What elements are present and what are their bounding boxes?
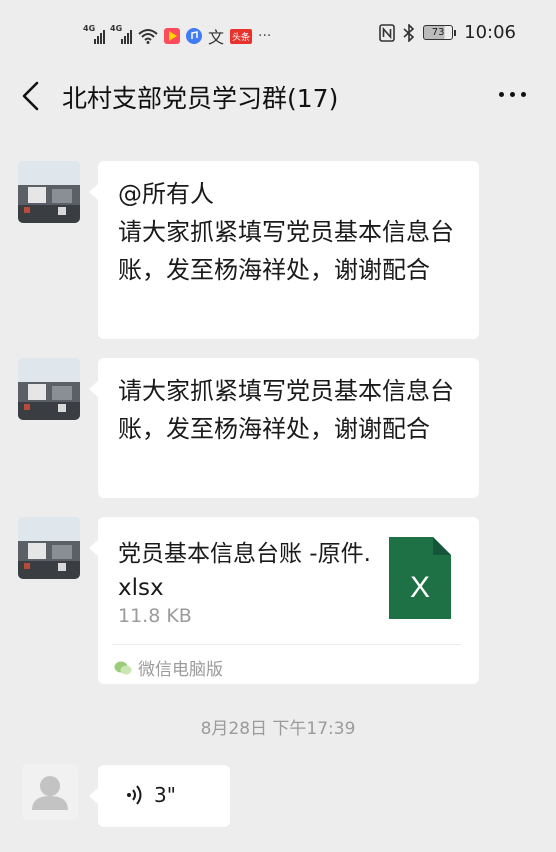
- message-bubble[interactable]: 请大家抓紧填写党员基本信息台账，发至杨海祥处，谢谢配合: [89, 358, 479, 498]
- building-photo-icon: [18, 358, 80, 420]
- music-app-icon: [186, 28, 202, 44]
- file-size: 11.8 KB: [118, 605, 192, 627]
- status-icons-right: 73 10:06: [379, 22, 516, 43]
- status-bar: 4G 4G 文 头条 ··· 73 10:06: [0, 0, 556, 70]
- file-source-label: 微信电脑版: [138, 660, 223, 680]
- excel-letter: X: [410, 571, 430, 604]
- status-icons-left: 4G 4G 文 头条 ···: [83, 24, 272, 48]
- network-type-label: 4G: [83, 24, 96, 33]
- message-bubble[interactable]: @所有人 请大家抓紧填写党员基本信息台账，发至杨海祥处，谢谢配合: [89, 161, 479, 339]
- voice-message-bubble[interactable]: 3": [89, 765, 230, 827]
- network-type-label: 4G: [110, 24, 123, 33]
- file-source: 微信电脑版: [114, 655, 223, 680]
- sender-avatar[interactable]: [18, 161, 80, 223]
- file-name: 党员基本信息台账 -原件.xlsx: [118, 541, 371, 601]
- sender-avatar[interactable]: [18, 517, 80, 579]
- news-app-icon: 头条: [230, 28, 253, 44]
- battery-icon: 73: [423, 25, 457, 40]
- building-photo-icon: [18, 517, 80, 579]
- back-chevron-icon[interactable]: [18, 80, 48, 112]
- more-notifications-icon: ···: [258, 28, 272, 44]
- chat-title: 北村支部党员学习群(17): [62, 84, 339, 113]
- wechat-pc-icon: [114, 661, 132, 674]
- excel-file-icon: X: [389, 537, 451, 619]
- more-dots-icon[interactable]: [499, 92, 526, 97]
- default-avatar-icon[interactable]: [22, 764, 78, 820]
- file-message-bubble[interactable]: 党员基本信息台账 -原件.xlsx 11.8 KB X 微信电脑版: [89, 517, 479, 684]
- video-app-icon: [164, 28, 180, 44]
- message-text: @所有人 请大家抓紧填写党员基本信息台账，发至杨海祥处，谢谢配合: [118, 180, 454, 284]
- voice-duration: 3": [154, 783, 176, 807]
- wifi-icon: [138, 29, 158, 44]
- signal-icon: 4G: [83, 24, 105, 44]
- voice-wave-icon: [127, 785, 142, 805]
- chat-header: 北村支部党员学习群(17): [0, 70, 556, 122]
- battery-level: 73: [423, 25, 454, 40]
- signal-icon: 4G: [110, 24, 132, 44]
- message-timestamp: 8月28日 下午17:39: [200, 719, 356, 739]
- alipay-app-icon: 文: [208, 28, 225, 47]
- nfc-icon: [379, 23, 395, 42]
- bluetooth-icon: [403, 23, 415, 42]
- message-text: 请大家抓紧填写党员基本信息台账，发至杨海祥处，谢谢配合: [118, 377, 454, 443]
- divider: [112, 644, 461, 645]
- building-photo-icon: [18, 161, 80, 223]
- clock: 10:06: [464, 22, 516, 43]
- sender-avatar[interactable]: [18, 358, 80, 420]
